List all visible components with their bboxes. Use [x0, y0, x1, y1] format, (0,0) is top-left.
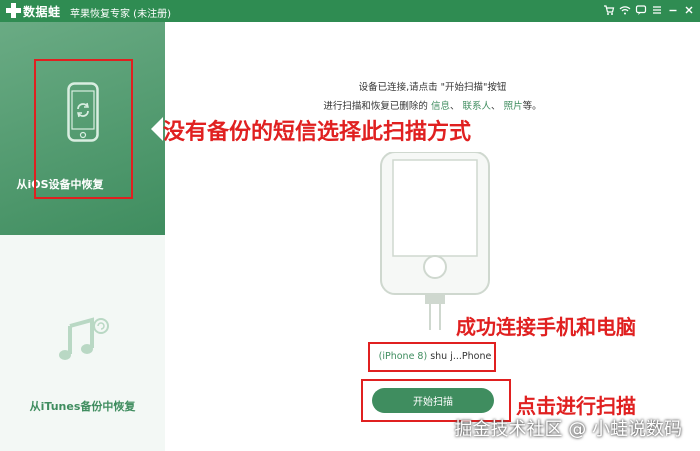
music-note-icon [59, 317, 109, 360]
annotation-text-scan-mode: 没有备份的短信选择此扫描方式 [163, 120, 472, 145]
minimize-icon[interactable] [666, 3, 680, 17]
instruction-line-2: 进行扫描和恢复已删除的 信息、 联系人、 照片等。 [323, 101, 542, 112]
logo-plus-icon [6, 3, 21, 18]
watermark: 掘金技术社区 @ 小蛙说数码 [454, 419, 682, 440]
instruction-line-1: 设备已连接,请点击 "开始扫描"按钮 [358, 82, 507, 93]
link-messages[interactable]: 信息 [431, 101, 450, 112]
menu-icon[interactable] [650, 3, 664, 17]
app-subtitle: 苹果恢复专家 (未注册) [70, 9, 171, 20]
instruction-suffix: 等。 [522, 101, 542, 112]
annotation-arrow [151, 117, 163, 141]
annotation-box-ios [34, 59, 133, 199]
title-bar: 数据蛙 苹果恢复专家 (未注册) [0, 0, 700, 22]
app-window: 数据蛙 苹果恢复专家 (未注册) 从iOS设备中恢复 从iTunes备份中恢复 … [0, 0, 700, 451]
annotation-box-device [368, 342, 496, 372]
sidebar-item-label: 从iTunes备份中恢复 [29, 400, 136, 413]
close-icon[interactable] [682, 3, 696, 17]
wifi-icon[interactable] [618, 3, 632, 17]
annotation-text-connected: 成功连接手机和电脑 [456, 315, 636, 339]
link-contacts[interactable]: 联系人 [463, 101, 492, 112]
app-name: 数据蛙 [23, 5, 61, 19]
instruction-prefix: 进行扫描和恢复已删除的 [323, 101, 428, 112]
link-photos[interactable]: 照片 [504, 101, 523, 112]
cart-icon[interactable] [602, 3, 616, 17]
window-controls [602, 3, 696, 17]
sidebar-item-itunes-recovery[interactable]: 从iTunes备份中恢复 [0, 235, 165, 451]
feedback-icon[interactable] [634, 3, 648, 17]
connected-phone-illustration [380, 152, 490, 330]
